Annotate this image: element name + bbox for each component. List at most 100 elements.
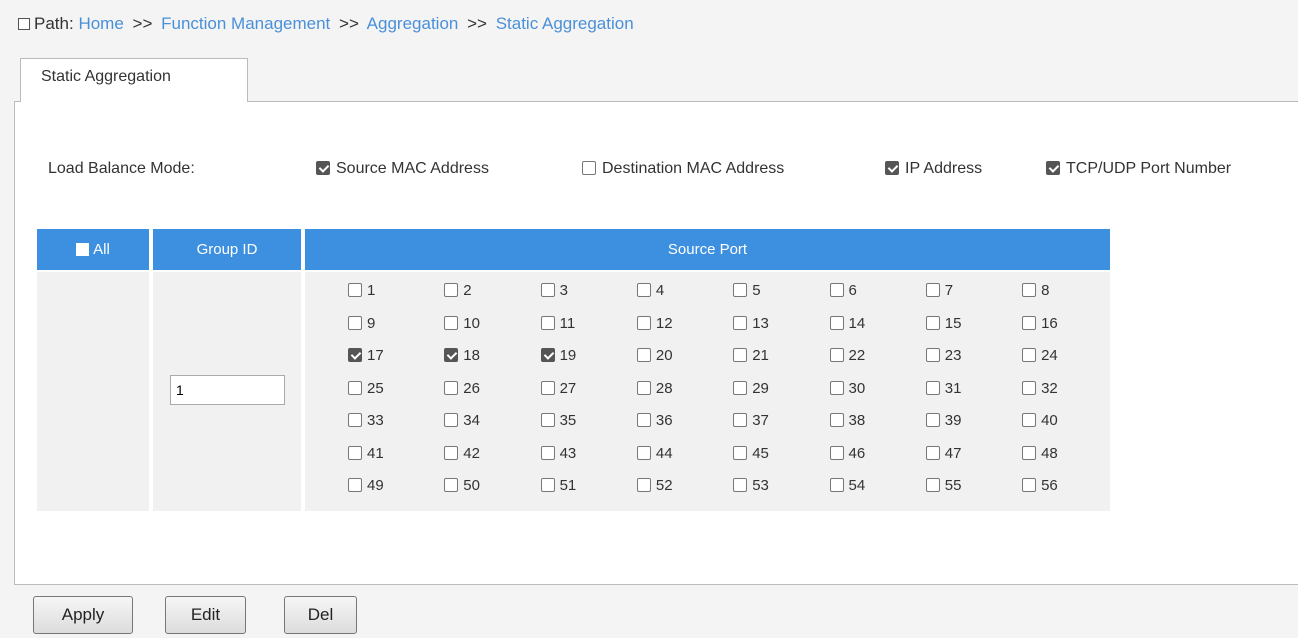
port-option-30[interactable]: 30 (829, 380, 865, 397)
port-checkbox[interactable] (636, 478, 651, 492)
breadcrumb-home[interactable]: Home (78, 14, 123, 33)
apply-button[interactable]: Apply (33, 596, 133, 634)
port-option-37[interactable]: 37 (733, 412, 769, 429)
port-checkbox[interactable] (925, 283, 940, 297)
port-option-51[interactable]: 51 (540, 477, 576, 494)
breadcrumb-aggregation[interactable]: Aggregation (367, 14, 459, 33)
port-option-34[interactable]: 34 (444, 412, 480, 429)
port-checkbox[interactable] (925, 380, 940, 395)
port-option-29[interactable]: 29 (733, 380, 769, 397)
port-checkbox[interactable] (733, 413, 748, 427)
port-option-19[interactable]: 19 (540, 347, 576, 364)
port-option-42[interactable]: 42 (444, 445, 480, 462)
del-button[interactable]: Del (284, 596, 357, 634)
port-option-22[interactable]: 22 (829, 347, 865, 364)
port-option-50[interactable]: 50 (444, 477, 480, 494)
ip-address-checkbox[interactable] (885, 161, 899, 175)
port-option-3[interactable]: 3 (540, 282, 568, 299)
port-checkbox[interactable] (829, 348, 844, 362)
port-checkbox[interactable] (636, 445, 651, 460)
port-checkbox[interactable] (829, 380, 844, 395)
port-option-11[interactable]: 11 (540, 315, 575, 332)
port-checkbox[interactable] (444, 478, 459, 492)
source-mac-checkbox[interactable] (316, 161, 330, 175)
port-checkbox[interactable] (540, 283, 555, 297)
port-checkbox[interactable] (829, 445, 844, 460)
port-option-17[interactable]: 17 (348, 347, 384, 364)
port-checkbox[interactable] (636, 413, 651, 427)
port-option-41[interactable]: 41 (348, 445, 384, 462)
port-option-55[interactable]: 55 (925, 477, 961, 494)
port-option-20[interactable]: 20 (636, 347, 673, 364)
port-option-13[interactable]: 13 (733, 315, 769, 332)
port-option-25[interactable]: 25 (348, 380, 384, 397)
port-checkbox[interactable] (925, 478, 940, 492)
port-option-12[interactable]: 12 (636, 315, 673, 332)
port-checkbox[interactable] (733, 283, 748, 297)
port-option-46[interactable]: 46 (829, 445, 865, 462)
port-option-23[interactable]: 23 (925, 347, 961, 364)
port-checkbox[interactable] (829, 413, 844, 427)
destination-mac-checkbox[interactable] (582, 161, 596, 175)
tcp-udp-port-checkbox[interactable] (1046, 161, 1060, 175)
port-option-43[interactable]: 43 (540, 445, 576, 462)
port-checkbox[interactable] (1022, 380, 1037, 395)
port-option-33[interactable]: 33 (348, 412, 384, 429)
option-source-mac[interactable]: Source MAC Address (316, 160, 489, 178)
port-checkbox[interactable] (444, 315, 459, 330)
port-checkbox[interactable] (444, 413, 459, 427)
port-checkbox[interactable] (348, 348, 362, 362)
edit-button[interactable]: Edit (165, 596, 246, 634)
port-checkbox[interactable] (444, 348, 459, 362)
port-checkbox[interactable] (348, 315, 362, 330)
port-checkbox[interactable] (925, 413, 940, 427)
port-option-14[interactable]: 14 (829, 315, 865, 332)
port-option-39[interactable]: 39 (925, 412, 961, 429)
option-destination-mac[interactable]: Destination MAC Address (582, 160, 784, 178)
port-checkbox[interactable] (636, 283, 651, 297)
port-option-2[interactable]: 2 (444, 282, 472, 299)
port-option-49[interactable]: 49 (348, 477, 384, 494)
port-option-21[interactable]: 21 (733, 347, 769, 364)
port-checkbox[interactable] (540, 413, 555, 427)
port-checkbox[interactable] (1022, 348, 1037, 362)
port-checkbox[interactable] (733, 315, 748, 330)
port-checkbox[interactable] (348, 413, 362, 427)
port-checkbox[interactable] (444, 283, 459, 297)
breadcrumb-static-aggregation[interactable]: Static Aggregation (496, 14, 634, 33)
port-checkbox[interactable] (348, 478, 362, 492)
group-id-input[interactable] (170, 375, 285, 405)
port-checkbox[interactable] (925, 315, 940, 330)
port-checkbox[interactable] (540, 478, 555, 492)
port-checkbox[interactable] (444, 380, 459, 395)
port-option-8[interactable]: 8 (1022, 282, 1049, 299)
port-option-44[interactable]: 44 (636, 445, 673, 462)
port-option-47[interactable]: 47 (925, 445, 961, 462)
port-checkbox[interactable] (925, 348, 940, 362)
port-checkbox[interactable] (829, 283, 844, 297)
port-checkbox[interactable] (733, 380, 748, 395)
port-checkbox[interactable] (540, 348, 555, 362)
port-checkbox[interactable] (925, 445, 940, 460)
select-all-checkbox[interactable] (76, 243, 90, 256)
port-checkbox[interactable] (348, 380, 362, 395)
port-option-32[interactable]: 32 (1022, 380, 1058, 397)
option-tcp-udp-port[interactable]: TCP/UDP Port Number (1046, 160, 1231, 178)
port-checkbox[interactable] (444, 445, 459, 460)
port-option-52[interactable]: 52 (636, 477, 673, 494)
port-checkbox[interactable] (540, 380, 555, 395)
port-option-6[interactable]: 6 (829, 282, 857, 299)
port-checkbox[interactable] (636, 348, 651, 362)
port-checkbox[interactable] (733, 348, 748, 362)
tab-static-aggregation[interactable]: Static Aggregation (20, 58, 248, 102)
port-option-27[interactable]: 27 (540, 380, 576, 397)
breadcrumb-function-management[interactable]: Function Management (161, 14, 330, 33)
header-all[interactable]: All (37, 229, 149, 270)
port-checkbox[interactable] (540, 315, 555, 330)
port-checkbox[interactable] (733, 445, 748, 460)
port-checkbox[interactable] (1022, 445, 1037, 460)
port-checkbox[interactable] (1022, 478, 1037, 492)
port-option-7[interactable]: 7 (925, 282, 953, 299)
option-ip-address[interactable]: IP Address (885, 160, 982, 178)
port-checkbox[interactable] (348, 445, 362, 460)
